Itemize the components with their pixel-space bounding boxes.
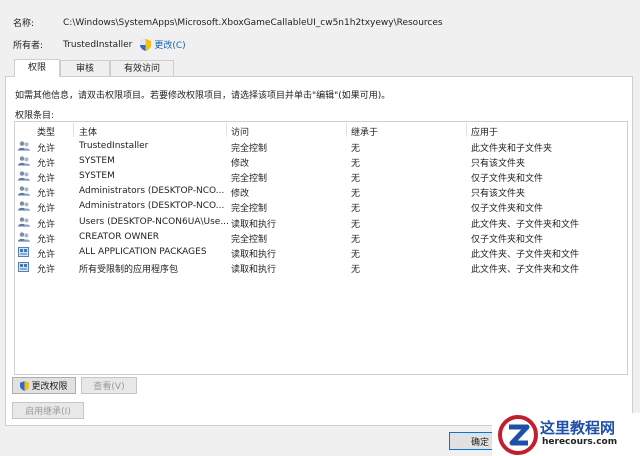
table-row[interactable]: 允许 CREATOR OWNER 完全控制 无 仅子文件夹和文件: [15, 230, 627, 245]
permissions-panel: 如需其他信息，请双击权限项目。若要修改权限项目，请选择该项目并单击"编辑"(如果…: [5, 76, 633, 426]
row-inherited-from: 无: [351, 204, 361, 215]
enable-inheritance-button[interactable]: 启用继承(I): [12, 402, 84, 419]
table-row[interactable]: 允许 ALL APPLICATION PACKAGES 读取和执行 无 此文件夹、子文件…: [15, 245, 627, 260]
row-type: 允许: [37, 204, 56, 215]
row-applies-to: 仅子文件夹和文件: [471, 174, 544, 185]
users-icon: [18, 186, 30, 197]
row-type: 允许: [37, 264, 56, 275]
change-permissions-label: 更改权限: [31, 382, 68, 392]
entries-label: 权限条目:: [15, 111, 55, 121]
row-access: 完全控制: [231, 144, 268, 154]
row-principal: CREATOR OWNER: [79, 231, 160, 242]
users-icon: [18, 156, 30, 166]
owner-value: TrustedInstaller: [63, 39, 133, 50]
change-owner-link[interactable]: 更改(C): [154, 38, 185, 51]
tab-effective-access[interactable]: 有效访问: [110, 60, 174, 77]
row-principal: TrustedInstaller: [79, 141, 149, 151]
package-icon: [18, 261, 29, 272]
row-access: 读取和执行: [231, 219, 277, 230]
row-applies-to: 此文件夹和子文件夹: [471, 144, 553, 154]
row-access: 读取和执行: [231, 249, 277, 260]
row-principal: SYSTEM: [79, 171, 115, 182]
row-applies-to: 只有该文件夹: [471, 159, 526, 170]
hint-text: 如需其他信息，请双击权限项目。若要修改权限项目，请选择该项目并单击"编辑"(如果…: [15, 91, 391, 101]
name-label: 名称:: [13, 19, 35, 29]
row-applies-to: 此文件夹、子文件夹和文件: [471, 219, 580, 230]
tab-auditing[interactable]: 审核: [60, 60, 110, 77]
row-applies-to: 仅子文件夹和文件: [471, 204, 544, 215]
row-type: 允许: [37, 234, 56, 245]
row-principal: Administrators (DESKTOP-NCO...: [79, 186, 225, 197]
row-inherited-from: 无: [351, 189, 361, 200]
owner-label: 所有者:: [13, 41, 44, 51]
row-inherited-from: 无: [351, 264, 361, 275]
column-header-principal[interactable]: 主体: [79, 125, 97, 138]
table-row[interactable]: 允许 TrustedInstaller 完全控制 无 此文件夹和子文件夹: [15, 139, 627, 154]
path-value: C:\Windows\SystemApps\Microsoft.XboxGame…: [63, 17, 443, 28]
table-row[interactable]: 允许 Users (DESKTOP-NCON6UA\Use... 读取和执行 无 此文件…: [15, 215, 627, 230]
table-row[interactable]: 允许 Administrators (DESKTOP-NCO... 完全控制 无 仅子文…: [15, 199, 627, 214]
column-header-access[interactable]: 访问: [231, 125, 249, 138]
permission-entries-list[interactable]: 类型 主体 访问 继承于 应用于 允许 TrustedInstaller 完全控制无…: [14, 121, 628, 375]
row-inherited-from: 无: [351, 249, 361, 260]
users-icon: [18, 171, 30, 181]
table-row[interactable]: 允许 Administrators (DESKTOP-NCO... 修改 无 只有该文件…: [15, 184, 627, 199]
name-row: 名称: C:\Windows\SystemApps\Microsoft.Xbox…: [13, 16, 443, 30]
tab-permissions[interactable]: 权限: [14, 59, 60, 77]
row-access: 读取和执行: [231, 264, 277, 275]
row-principal: 所有受限制的应用程序包: [79, 264, 179, 275]
change-permissions-button[interactable]: 更改权限: [12, 377, 76, 394]
table-row[interactable]: 允许 SYSTEM 完全控制 无 仅子文件夹和文件: [15, 169, 627, 184]
table-row[interactable]: 允许 SYSTEM 修改 无 只有该文件夹: [15, 154, 627, 169]
package-icon: [18, 246, 29, 257]
column-header-applies-to[interactable]: 应用于: [471, 125, 498, 138]
row-applies-to: 只有该文件夹: [471, 189, 526, 200]
table-row[interactable]: 允许 所有受限制的应用程序包 读取和执行 无 此文件夹、子文件夹和文件: [15, 260, 627, 275]
row-applies-to: 此文件夹、子文件夹和文件: [471, 264, 580, 275]
users-icon: [18, 201, 30, 212]
row-type: 允许: [37, 174, 56, 185]
column-header-type[interactable]: 类型: [37, 125, 55, 138]
row-access: 完全控制: [231, 174, 268, 185]
watermark-url: herecours.com: [542, 437, 618, 447]
tab-bar: 权限 审核 有效访问: [14, 59, 174, 77]
row-access: 修改: [231, 189, 250, 200]
row-type: 允许: [37, 159, 56, 170]
column-header-inherited-from[interactable]: 继承于: [351, 125, 378, 138]
uac-shield-icon: [140, 38, 152, 51]
row-inherited-from: 无: [351, 174, 361, 185]
row-type: 允许: [37, 219, 56, 230]
users-icon: [18, 231, 30, 242]
row-inherited-from: 无: [351, 144, 361, 154]
row-principal: ALL APPLICATION PACKAGES: [79, 246, 207, 257]
row-access: 修改: [231, 159, 250, 170]
watermark-logo-icon: [498, 415, 538, 455]
row-inherited-from: 无: [351, 159, 361, 170]
watermark: 这里教程网 herecours.com: [492, 413, 640, 456]
row-access: 完全控制: [231, 234, 268, 245]
row-access: 完全控制: [231, 204, 268, 215]
users-icon: [18, 141, 30, 151]
row-type: 允许: [37, 249, 56, 260]
row-applies-to: 此文件夹、子文件夹和文件: [471, 249, 580, 260]
list-header: 类型 主体 访问 继承于 应用于: [15, 122, 627, 138]
row-inherited-from: 无: [351, 219, 361, 230]
row-type: 允许: [37, 189, 56, 200]
view-button[interactable]: 查看(V): [81, 377, 137, 394]
row-principal: Administrators (DESKTOP-NCO...: [79, 201, 225, 212]
row-type: 允许: [37, 144, 56, 154]
row-principal: SYSTEM: [79, 156, 115, 167]
owner-row: 所有者: TrustedInstaller 更改(C): [13, 38, 186, 51]
uac-shield-icon: [20, 380, 30, 391]
row-inherited-from: 无: [351, 234, 361, 245]
users-icon: [18, 216, 30, 227]
row-principal: Users (DESKTOP-NCON6UA\Use...: [79, 216, 229, 227]
row-applies-to: 仅子文件夹和文件: [471, 234, 544, 245]
watermark-title: 这里教程网: [540, 419, 616, 437]
